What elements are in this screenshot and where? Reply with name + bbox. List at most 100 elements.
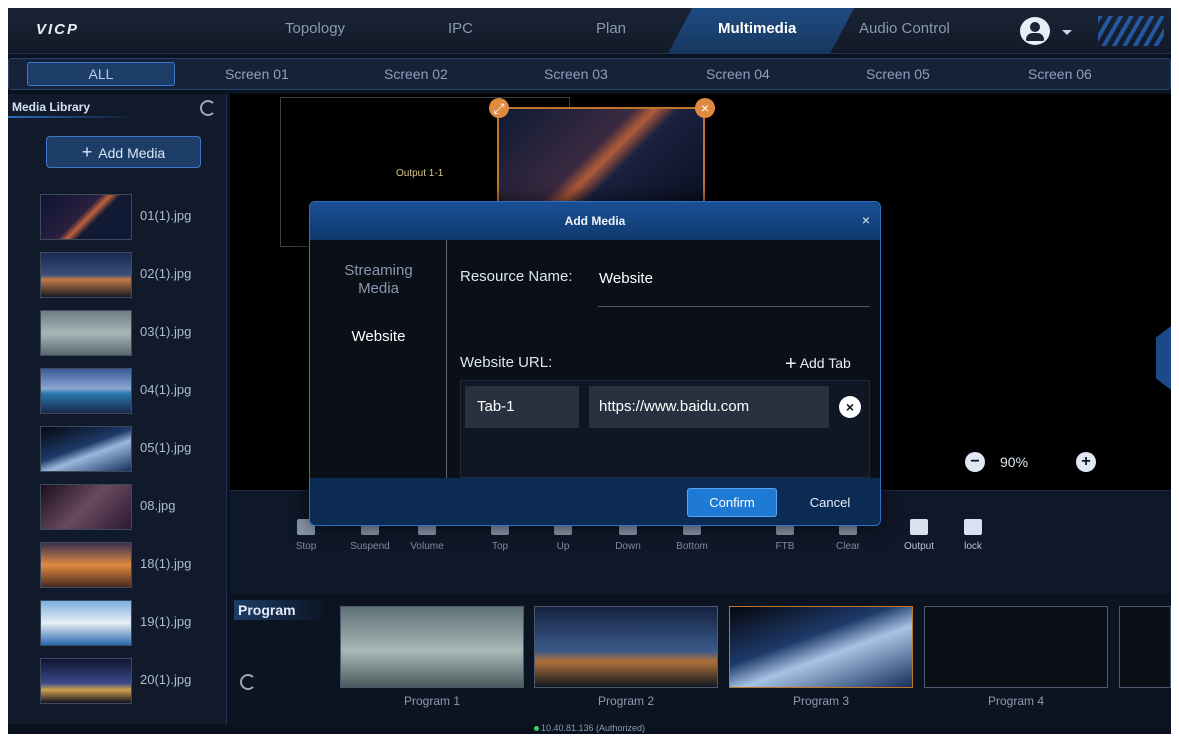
plus-icon: +	[81, 142, 93, 162]
lock-button[interactable]: lock	[943, 519, 1003, 552]
media-name: 18(1).jpg	[140, 556, 192, 571]
media-name: 03(1).jpg	[140, 324, 192, 339]
url-input[interactable]: https://www.baidu.com	[589, 386, 829, 428]
media-item[interactable]: 05(1).jpg	[40, 426, 220, 472]
program-label: Program 2	[597, 694, 655, 708]
app-logo: VICP	[36, 21, 80, 38]
program-card[interactable]	[340, 606, 524, 688]
tab-screen-03[interactable]: Screen 03	[544, 66, 608, 82]
lock-label: lock	[964, 541, 982, 552]
media-name: 01(1).jpg	[140, 208, 192, 223]
plus-icon: +	[785, 353, 797, 375]
resource-name-input[interactable]: Website	[599, 270, 653, 287]
nav-item-audio-control[interactable]: Audio Control	[859, 20, 950, 37]
app-window: VICP Topology IPC Plan Multimedia Audio …	[8, 8, 1171, 734]
output-button[interactable]: Output	[889, 519, 949, 552]
output-label-text: Output	[903, 541, 935, 552]
stop-label: Stop	[295, 541, 317, 552]
dialog-body: Streaming Media Website Resource Name: W…	[310, 240, 880, 478]
media-library-panel: Media Library + Add Media 01(1).jpg 02(1)…	[8, 94, 227, 724]
media-item[interactable]: 20(1).jpg	[40, 658, 220, 704]
add-media-button[interactable]: + Add Media	[46, 136, 201, 168]
media-name: 20(1).jpg	[140, 672, 192, 687]
media-thumbnail	[40, 368, 132, 414]
refresh-icon[interactable]	[200, 100, 216, 116]
media-thumbnail	[40, 194, 132, 240]
media-item[interactable]: 03(1).jpg	[40, 310, 220, 356]
zoom-level: 90%	[1000, 454, 1029, 470]
decorative-stripes	[1098, 16, 1164, 46]
dialog-footer: Confirm Cancel	[310, 478, 880, 526]
media-thumbnail	[40, 658, 132, 704]
zoom-in-icon[interactable]: +	[1076, 452, 1096, 472]
top-nav-bar: VICP Topology IPC Plan Multimedia Audio …	[8, 8, 1171, 54]
refresh-icon[interactable]	[240, 674, 256, 690]
close-icon[interactable]: ×	[862, 212, 870, 228]
url-tab-list: Tab-1 https://www.baidu.com ×	[460, 380, 870, 478]
online-status-icon	[533, 726, 539, 731]
program-label: Program 1	[403, 694, 461, 708]
program-card[interactable]	[729, 606, 913, 688]
zoom-out-icon[interactable]: −	[965, 452, 985, 472]
media-type-streaming[interactable]: Streaming Media	[310, 262, 447, 298]
fullscreen-icon[interactable]: ⤢	[489, 98, 509, 118]
media-thumbnail	[40, 600, 132, 646]
nav-item-multimedia[interactable]: Multimedia	[718, 20, 796, 37]
resource-name-label: Resource Name:	[460, 268, 573, 285]
up-label: Up	[556, 541, 570, 552]
media-thumbnail	[40, 252, 132, 298]
media-item[interactable]: 08.jpg	[40, 484, 220, 530]
add-tab-button[interactable]: + Add Tab	[785, 353, 851, 376]
ftb-label: FTB	[775, 541, 795, 552]
status-bar: 10.40.81.136 (Authorized)	[8, 724, 1171, 734]
output-icon	[910, 519, 928, 535]
user-avatar-icon[interactable]	[1020, 17, 1050, 45]
tab-screen-05[interactable]: Screen 05	[866, 66, 930, 82]
media-item[interactable]: 02(1).jpg	[40, 252, 220, 298]
website-url-label: Website URL:	[460, 354, 553, 371]
clear-label: Clear	[836, 541, 860, 552]
program-card[interactable]	[924, 606, 1108, 688]
media-thumbnail	[40, 484, 132, 530]
dialog-title: Add Media	[310, 202, 880, 240]
media-window[interactable]	[497, 107, 705, 207]
media-name: 02(1).jpg	[140, 266, 192, 281]
tab-screen-01[interactable]: Screen 01	[225, 66, 289, 82]
screen-tab-bar: ALL Screen 01 Screen 02 Screen 03 Screen…	[8, 58, 1171, 90]
down-label: Down	[615, 541, 641, 552]
confirm-button[interactable]: Confirm	[687, 488, 777, 517]
media-item[interactable]: 18(1).jpg	[40, 542, 220, 588]
media-item[interactable]: 01(1).jpg	[40, 194, 220, 240]
media-name: 05(1).jpg	[140, 440, 192, 455]
tab-name-input[interactable]: Tab-1	[465, 386, 579, 428]
media-name: 08.jpg	[140, 498, 176, 513]
bottom-label: Bottom	[676, 541, 708, 552]
program-card[interactable]	[534, 606, 718, 688]
media-thumbnail	[40, 542, 132, 588]
tab-screen-06[interactable]: Screen 06	[1028, 66, 1092, 82]
nav-item-plan[interactable]: Plan	[596, 20, 626, 37]
top-label: Top	[491, 541, 509, 552]
media-thumbnail	[40, 310, 132, 356]
media-thumbnail	[40, 426, 132, 472]
media-type-menu: Streaming Media Website	[310, 240, 447, 478]
media-item[interactable]: 19(1).jpg	[40, 600, 220, 646]
status-text: 10.40.81.136 (Authorized)	[540, 723, 646, 733]
nav-item-topology[interactable]: Topology	[285, 20, 345, 37]
remove-tab-icon[interactable]: ×	[839, 396, 861, 418]
media-item[interactable]: 04(1).jpg	[40, 368, 220, 414]
tab-screen-02[interactable]: Screen 02	[384, 66, 448, 82]
program-card[interactable]	[1119, 606, 1171, 688]
tab-all[interactable]: ALL	[27, 62, 175, 86]
media-name: 19(1).jpg	[140, 614, 192, 629]
chevron-down-icon[interactable]	[1062, 30, 1072, 35]
suspend-label: Suspend	[350, 541, 390, 552]
output-label: Output 1-1	[396, 168, 444, 179]
close-icon[interactable]: ×	[695, 98, 715, 118]
cancel-button[interactable]: Cancel	[800, 488, 860, 517]
nav-item-ipc[interactable]: IPC	[448, 20, 473, 37]
tab-screen-04[interactable]: Screen 04	[706, 66, 770, 82]
media-library-title: Media Library	[12, 100, 91, 114]
media-name: 04(1).jpg	[140, 382, 192, 397]
media-type-website[interactable]: Website	[310, 328, 447, 346]
